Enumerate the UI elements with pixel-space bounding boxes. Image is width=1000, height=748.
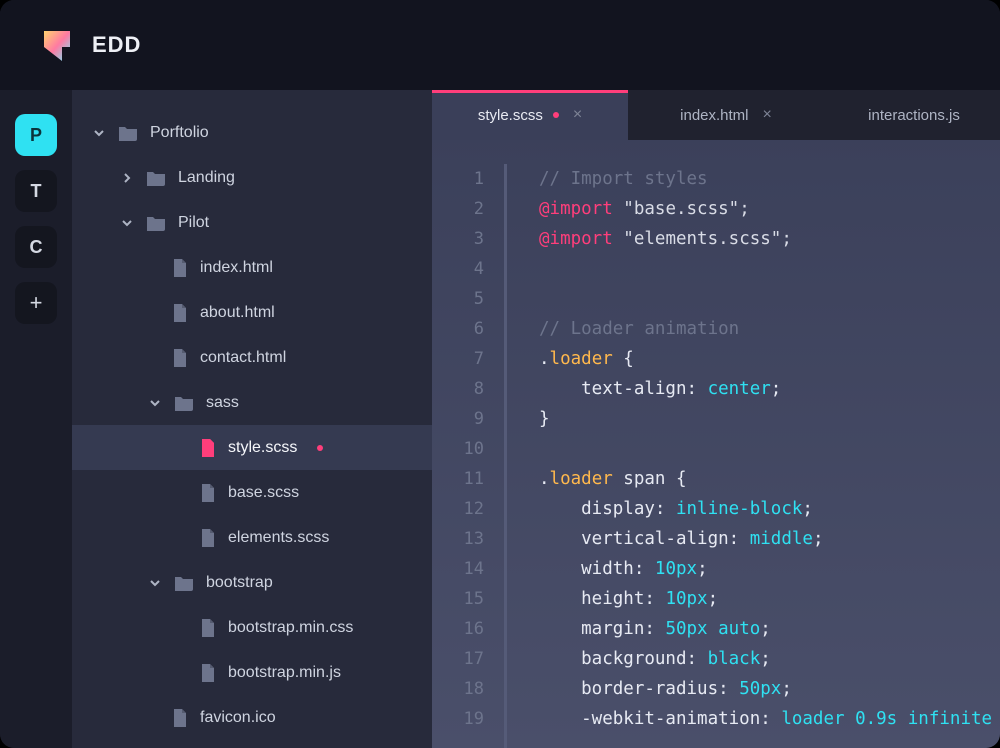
file-icon — [200, 529, 216, 547]
tab-label: index.html — [680, 107, 748, 124]
tree-file-base[interactable]: base.scss — [72, 470, 432, 515]
folder-icon — [146, 215, 166, 231]
dirty-dot-icon — [553, 112, 559, 118]
file-icon — [200, 619, 216, 637]
tree-label: base.scss — [228, 484, 299, 502]
body-row: P T C + Porftolio — [0, 90, 1000, 748]
app-window: EDD P T C + Porftolio — [0, 0, 1000, 748]
tree-label: Pilot — [178, 214, 209, 232]
close-icon[interactable]: × — [763, 106, 772, 124]
chevron-down-icon — [120, 217, 134, 229]
tree-file-elements[interactable]: elements.scss — [72, 515, 432, 560]
tabstrip: style.scss × index.html × interactions.j… — [432, 90, 1000, 140]
tree-file-index[interactable]: index.html — [72, 245, 432, 290]
file-icon — [172, 709, 188, 727]
file-icon — [172, 304, 188, 322]
folder-icon — [174, 395, 194, 411]
folder-icon — [146, 170, 166, 186]
tree-label: bootstrap — [206, 574, 273, 592]
tree-label: contact.html — [200, 349, 286, 367]
folder-icon — [174, 575, 194, 591]
tree-folder-sass[interactable]: sass — [72, 380, 432, 425]
app-name: EDD — [92, 32, 141, 58]
folder-icon — [118, 125, 138, 141]
tree-label: favicon.ico — [200, 709, 276, 727]
tree-label: index.html — [200, 259, 273, 277]
tree-file-style[interactable]: style.scss — [72, 425, 432, 470]
tree-label: Landing — [178, 169, 235, 187]
tree-file-contact[interactable]: contact.html — [72, 335, 432, 380]
activity-bar: P T C + — [0, 90, 72, 748]
chevron-down-icon — [148, 577, 162, 589]
close-icon[interactable]: × — [573, 106, 582, 124]
tree-folder-bootstrap[interactable]: bootstrap — [72, 560, 432, 605]
activity-btn-p[interactable]: P — [15, 114, 57, 156]
tab-label: interactions.js — [868, 107, 960, 124]
file-icon — [200, 664, 216, 682]
tree-folder-landing[interactable]: Landing — [72, 155, 432, 200]
file-icon — [200, 439, 216, 457]
tree-file-favicon[interactable]: favicon.ico — [72, 695, 432, 740]
tree-label: elements.scss — [228, 529, 329, 547]
tab-label: style.scss — [478, 107, 543, 124]
tree-label: bootstrap.min.js — [228, 664, 341, 682]
activity-btn-t[interactable]: T — [15, 170, 57, 212]
app-logo-icon — [40, 27, 76, 63]
editor: style.scss × index.html × interactions.j… — [432, 90, 1000, 748]
file-icon — [200, 484, 216, 502]
file-tree: Porftolio Landing Pilot — [72, 90, 432, 748]
line-number-gutter: 12345678910111213141516171819 — [448, 164, 504, 748]
file-icon — [172, 349, 188, 367]
chevron-down-icon — [92, 127, 106, 139]
activity-btn-c[interactable]: C — [15, 226, 57, 268]
code-content[interactable]: // Import styles@import "base.scss";@imp… — [539, 164, 992, 748]
tab-style[interactable]: style.scss × — [432, 90, 628, 140]
tree-folder-portfolio[interactable]: Porftolio — [72, 110, 432, 155]
tree-label: bootstrap.min.css — [228, 619, 353, 637]
tree-file-about[interactable]: about.html — [72, 290, 432, 335]
file-icon — [172, 259, 188, 277]
titlebar: EDD — [0, 0, 1000, 90]
tree-folder-pilot[interactable]: Pilot — [72, 200, 432, 245]
gutter-border — [504, 164, 507, 748]
tree-label: Porftolio — [150, 124, 209, 142]
tree-label: sass — [206, 394, 239, 412]
tree-file-bootstrap-css[interactable]: bootstrap.min.css — [72, 605, 432, 650]
tree-file-bootstrap-js[interactable]: bootstrap.min.js — [72, 650, 432, 695]
activity-btn-add[interactable]: + — [15, 282, 57, 324]
code-area[interactable]: 12345678910111213141516171819 // Import … — [432, 140, 1000, 748]
tab-interactions[interactable]: interactions.js — [824, 90, 1000, 140]
tree-label: style.scss — [228, 439, 297, 457]
dirty-dot-icon — [317, 445, 323, 451]
chevron-right-icon — [120, 172, 134, 184]
chevron-down-icon — [148, 397, 162, 409]
tab-index[interactable]: index.html × — [628, 90, 824, 140]
tree-label: about.html — [200, 304, 275, 322]
